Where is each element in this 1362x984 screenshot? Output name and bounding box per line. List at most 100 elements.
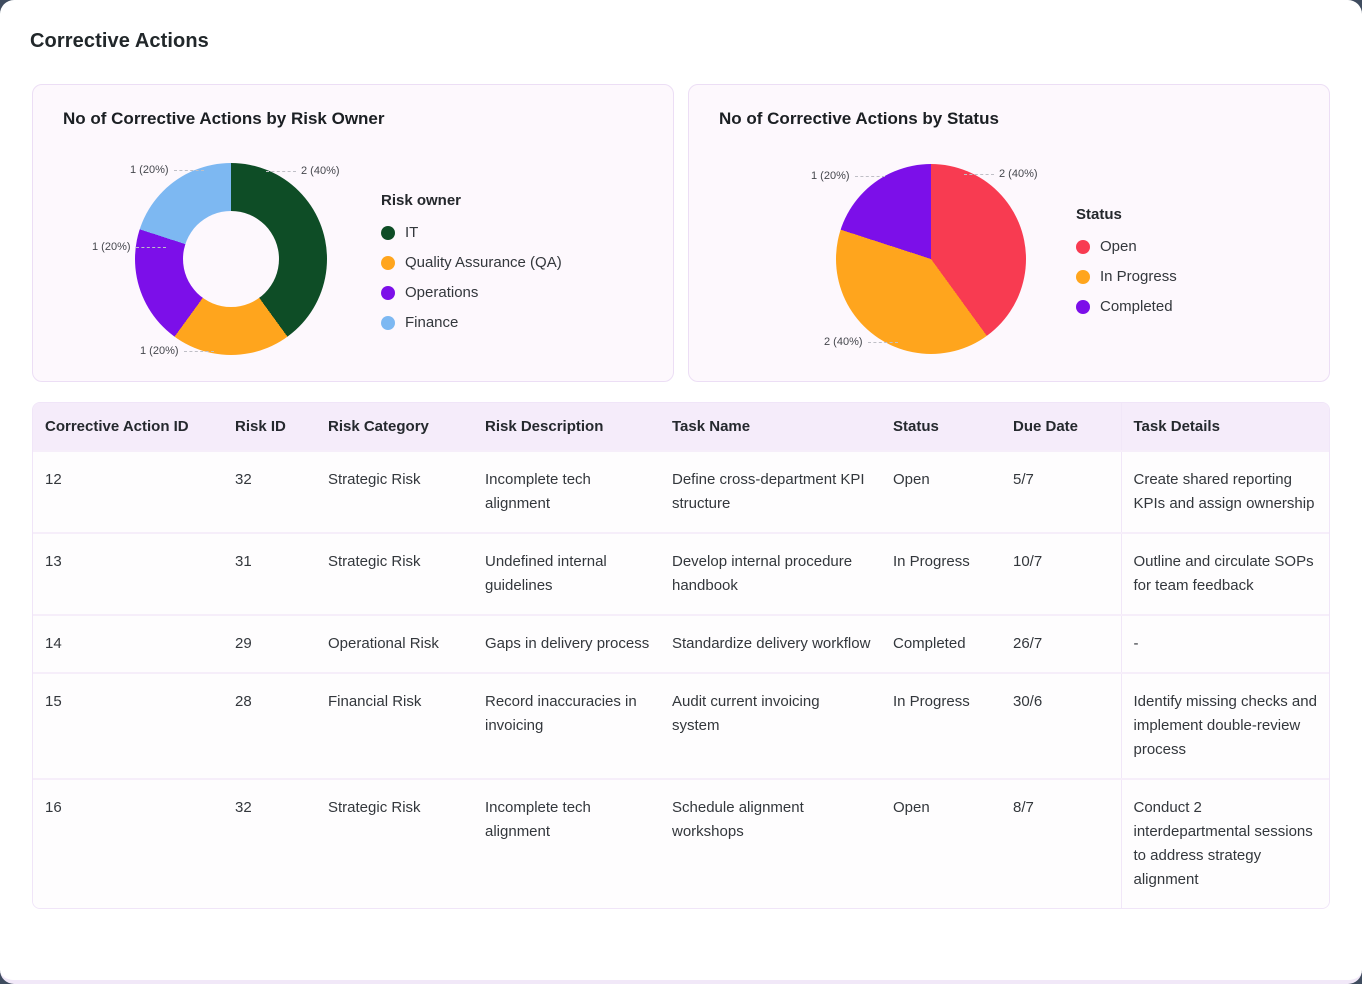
legend-items: Open In Progress Completed	[1076, 238, 1177, 315]
cell-risk_description: Incomplete tech alignment	[473, 779, 660, 908]
legend-title: Status	[1076, 206, 1177, 223]
slice-value-label: 2 (40%)	[266, 165, 340, 177]
cell-risk_id: 32	[223, 451, 316, 533]
cell-risk_category: Financial Risk	[316, 673, 473, 779]
legend-swatch-icon	[381, 316, 395, 330]
cell-status: In Progress	[881, 673, 1001, 779]
chart-title-status: No of Corrective Actions by Status	[719, 109, 999, 129]
table-row: 1429Operational RiskGaps in delivery pro…	[33, 615, 1330, 673]
cell-task_name: Standardize delivery workflow	[660, 615, 881, 673]
cell-due_date: 8/7	[1001, 779, 1121, 908]
cell-risk_description: Incomplete tech alignment	[473, 451, 660, 533]
column-header-status: Status	[881, 403, 1001, 451]
cell-risk_description: Undefined internal guidelines	[473, 533, 660, 615]
legend-swatch-icon	[1076, 270, 1090, 284]
legend-label: Finance	[405, 314, 458, 331]
cell-task_details: -	[1121, 615, 1330, 673]
charts-row: No of Corrective Actions by Risk Owner R…	[32, 84, 1330, 382]
cell-status: Open	[881, 779, 1001, 908]
content-panel: Corrective Actions No of Corrective Acti…	[0, 0, 1362, 984]
legend-label: Operations	[405, 284, 478, 301]
table-header: Corrective Action IDRisk IDRisk Category…	[33, 403, 1330, 451]
cell-task_name: Define cross-department KPI structure	[660, 451, 881, 533]
cell-due_date: 26/7	[1001, 615, 1121, 673]
table-body: 1232Strategic RiskIncomplete tech alignm…	[33, 451, 1330, 908]
cell-action_id: 14	[33, 615, 223, 673]
page-title: Corrective Actions	[30, 30, 1330, 52]
table-row: 1331Strategic RiskUndefined internal gui…	[33, 533, 1330, 615]
table-row: 1632Strategic RiskIncomplete tech alignm…	[33, 779, 1330, 908]
table-row: 1232Strategic RiskIncomplete tech alignm…	[33, 451, 1330, 533]
cell-risk_id: 32	[223, 779, 316, 908]
cell-task_details: Conduct 2 interdepartmental sessions to …	[1121, 779, 1330, 908]
slice-value-label: 1 (20%)	[140, 345, 214, 357]
legend-item[interactable]: IT	[381, 224, 562, 241]
legend-swatch-icon	[381, 286, 395, 300]
legend-item[interactable]: Operations	[381, 284, 562, 301]
cell-risk_category: Strategic Risk	[316, 779, 473, 908]
cell-status: In Progress	[881, 533, 1001, 615]
legend-title: Risk owner	[381, 192, 562, 209]
chart-card-status: No of Corrective Actions by Status Statu…	[688, 84, 1330, 382]
cell-due_date: 10/7	[1001, 533, 1121, 615]
legend-item[interactable]: Completed	[1076, 298, 1177, 315]
chart-title-risk-owner: No of Corrective Actions by Risk Owner	[63, 109, 385, 129]
cell-risk_category: Strategic Risk	[316, 451, 473, 533]
status-legend: Status Open In Progress Completed	[1076, 206, 1177, 328]
leader-line	[855, 176, 885, 177]
cell-risk_category: Operational Risk	[316, 615, 473, 673]
legend-item[interactable]: In Progress	[1076, 268, 1177, 285]
cell-due_date: 5/7	[1001, 451, 1121, 533]
cell-action_id: 12	[33, 451, 223, 533]
legend-label: Completed	[1100, 298, 1173, 315]
slice-value-label: 1 (20%)	[130, 164, 204, 176]
leader-line	[184, 351, 214, 352]
legend-label: Open	[1100, 238, 1137, 255]
table-row: 1528Financial RiskRecord inaccuracies in…	[33, 673, 1330, 779]
leader-line	[964, 174, 994, 175]
legend-item[interactable]: Open	[1076, 238, 1177, 255]
chart-card-risk-owner: No of Corrective Actions by Risk Owner R…	[32, 84, 674, 382]
legend-swatch-icon	[381, 226, 395, 240]
column-header-due_date: Due Date	[1001, 403, 1121, 451]
cell-task_name: Audit current invoicing system	[660, 673, 881, 779]
slice-value-label: 2 (40%)	[964, 168, 1038, 180]
column-header-risk_id: Risk ID	[223, 403, 316, 451]
leader-line	[266, 171, 296, 172]
cell-risk_description: Record inaccuracies in invoicing	[473, 673, 660, 779]
cell-risk_description: Gaps in delivery process	[473, 615, 660, 673]
legend-item[interactable]: Quality Assurance (QA)	[381, 254, 562, 271]
slice-value-label: 2 (40%)	[824, 336, 898, 348]
legend-label: Quality Assurance (QA)	[405, 254, 562, 271]
cell-status: Open	[881, 451, 1001, 533]
cell-risk_id: 28	[223, 673, 316, 779]
legend-label: IT	[405, 224, 418, 241]
column-header-risk_category: Risk Category	[316, 403, 473, 451]
cell-action_id: 15	[33, 673, 223, 779]
cell-task_details: Outline and circulate SOPs for team feed…	[1121, 533, 1330, 615]
cell-due_date: 30/6	[1001, 673, 1121, 779]
cell-status: Completed	[881, 615, 1001, 673]
status-pie-chart[interactable]	[836, 164, 1026, 354]
risk-owner-donut-chart[interactable]	[135, 163, 327, 355]
column-header-task_details: Task Details	[1121, 403, 1330, 451]
cell-risk_id: 31	[223, 533, 316, 615]
legend-swatch-icon	[1076, 240, 1090, 254]
legend-swatch-icon	[1076, 300, 1090, 314]
legend-label: In Progress	[1100, 268, 1177, 285]
cell-task_name: Schedule alignment workshops	[660, 779, 881, 908]
leader-line	[136, 247, 166, 248]
leader-line	[868, 342, 898, 343]
cell-action_id: 16	[33, 779, 223, 908]
risk-owner-legend: Risk owner IT Quality Assurance (QA) Opera…	[381, 192, 562, 344]
column-header-task_name: Task Name	[660, 403, 881, 451]
cell-risk_category: Strategic Risk	[316, 533, 473, 615]
cell-risk_id: 29	[223, 615, 316, 673]
legend-items: IT Quality Assurance (QA) Operations Financ…	[381, 224, 562, 331]
slice-value-label: 1 (20%)	[92, 241, 166, 253]
slice-value-label: 1 (20%)	[811, 170, 885, 182]
leader-line	[174, 170, 204, 171]
legend-item[interactable]: Finance	[381, 314, 562, 331]
cell-task_details: Identify missing checks and implement do…	[1121, 673, 1330, 779]
column-header-action_id: Corrective Action ID	[33, 403, 223, 451]
